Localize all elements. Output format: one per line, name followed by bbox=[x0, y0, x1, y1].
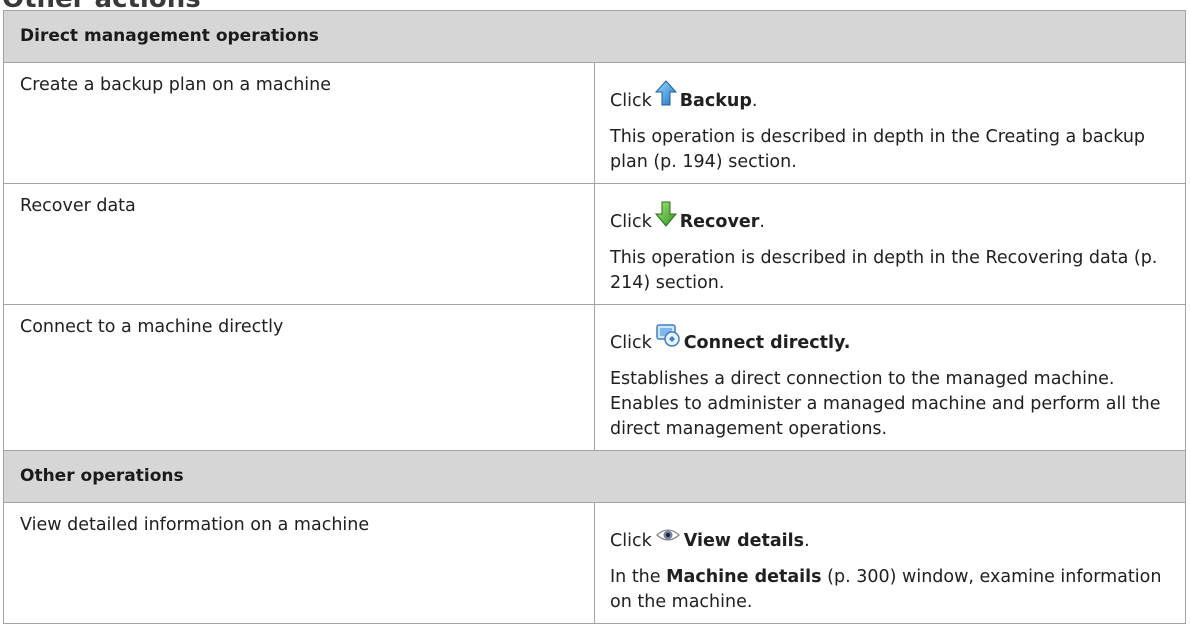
table-row: View detailed information on a machine C… bbox=[3, 502, 1186, 624]
recover-arrow-down-icon[interactable] bbox=[654, 201, 677, 235]
action-suffix: . bbox=[751, 91, 758, 111]
view-details-eye-icon[interactable] bbox=[655, 524, 681, 554]
row-label: Connect to a machine directly bbox=[3, 304, 595, 451]
operations-table: Direct management operations Create a ba… bbox=[3, 10, 1186, 624]
click-word: Click bbox=[610, 212, 652, 232]
action-suffix: . bbox=[804, 531, 810, 551]
row-description: In the Machine details (p. 300) window, … bbox=[610, 555, 1173, 623]
row-content: Click Backup. This operation is describe… bbox=[594, 62, 1186, 184]
row-description: This operation is described in depth in … bbox=[610, 248, 1158, 293]
table-row: Connect to a machine directly Click Conn… bbox=[3, 304, 1186, 451]
row-label: View detailed information on a machine bbox=[3, 502, 595, 624]
section-title: Direct management operations bbox=[3, 10, 1186, 63]
action-name: View details bbox=[683, 531, 805, 551]
row-description: This operation is described in depth in … bbox=[610, 127, 1146, 172]
row-label: Recover data bbox=[3, 183, 595, 305]
table-row: Recover data Click Recover. This operati… bbox=[3, 183, 1186, 305]
row-content: Click View details. In the Machine detai… bbox=[594, 502, 1186, 624]
section-title: Other operations bbox=[3, 450, 1186, 503]
action-name: Connect directly. bbox=[683, 333, 851, 353]
click-word: Click bbox=[610, 531, 652, 551]
click-word: Click bbox=[610, 91, 652, 111]
section-header-other: Other operations bbox=[3, 450, 1186, 503]
click-word: Click bbox=[610, 333, 652, 353]
backup-arrow-up-icon[interactable] bbox=[654, 80, 677, 114]
description-bold: Machine details bbox=[666, 567, 822, 587]
action-name: Backup bbox=[679, 91, 752, 111]
connect-machine-icon[interactable] bbox=[655, 322, 681, 356]
description-prefix: In the bbox=[610, 567, 661, 587]
section-header-direct: Direct management operations bbox=[3, 10, 1186, 63]
action-suffix: . bbox=[759, 212, 765, 232]
row-description: Establishes a direct connection to the m… bbox=[610, 369, 1161, 439]
row-content: Click Connect directly. Establishes a di… bbox=[594, 304, 1186, 451]
action-name: Recover bbox=[679, 212, 760, 232]
row-content: Click Recover. This operation is describ… bbox=[594, 183, 1186, 305]
table-row: Create a backup plan on a machine Click … bbox=[3, 62, 1186, 184]
row-label: Create a backup plan on a machine bbox=[3, 62, 595, 184]
